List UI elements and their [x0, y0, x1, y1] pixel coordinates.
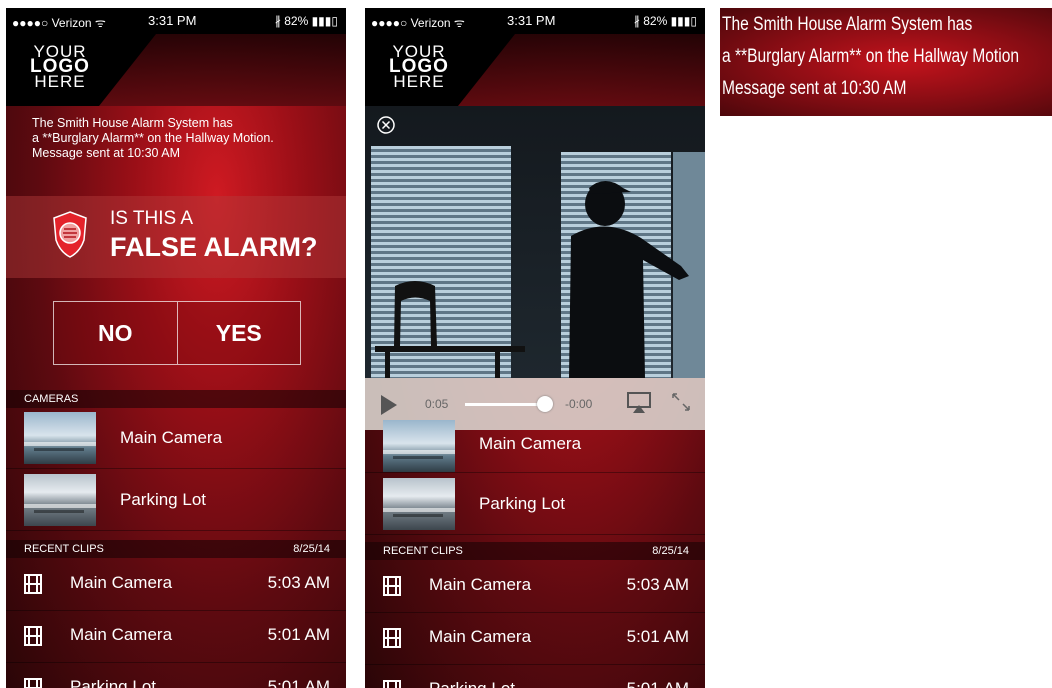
- false-alarm-question-line2: FALSE ALARM?: [110, 232, 318, 262]
- clip-time: 5:03 AM: [626, 575, 689, 594]
- clock: 3:31 PM: [507, 13, 556, 28]
- camera-row-main[interactable]: Main Camera: [6, 408, 346, 469]
- phone-screen-video: ●●●●○ Verizon ᯤ 3:31 PM ∦ 82% ▮▮▮▯ YOUR …: [365, 8, 705, 688]
- film-icon: [383, 680, 401, 688]
- clip-time: 5:01 AM: [626, 627, 689, 646]
- notification-banner: The Smith House Alarm System has a **Bur…: [720, 8, 1052, 116]
- battery-indicator: ∦ 82% ▮▮▮▯: [274, 14, 338, 28]
- logo: YOUR LOGO HERE: [389, 42, 449, 91]
- camera-thumbnail: [24, 412, 96, 464]
- film-icon: [383, 576, 401, 596]
- fullscreen-icon[interactable]: [671, 392, 691, 412]
- clip-time: 5:03 AM: [267, 573, 330, 592]
- clip-time: 5:01 AM: [627, 679, 689, 688]
- status-bar: ●●●●○ Verizon ᯤ 3:31 PM ∦ 82% ▮▮▮▯: [365, 8, 705, 34]
- yes-button[interactable]: YES: [176, 302, 301, 364]
- film-icon: [24, 626, 42, 646]
- clip-name: Parking Lot: [70, 677, 156, 688]
- battery-indicator: ∦ 82% ▮▮▮▯: [633, 14, 697, 28]
- camera-name: Parking Lot: [479, 494, 565, 513]
- banner-line2: a **Burglary Alarm** on the Hallway Moti…: [722, 46, 1020, 67]
- clip-time: 5:01 AM: [267, 625, 330, 644]
- clip-time: 5:01 AM: [267, 677, 330, 688]
- false-alarm-banner: IS THIS A FALSE ALARM?: [6, 196, 346, 278]
- clip-row[interactable]: Main Camera 5:01 AM: [365, 612, 705, 665]
- recent-clips-header: RECENT CLIPS 8/25/14: [365, 542, 705, 560]
- remaining-time: -0:00: [565, 397, 593, 411]
- logo: YOUR LOGO HERE: [30, 42, 90, 91]
- current-time: 0:05: [425, 397, 449, 411]
- banner-line3: Message sent at 10:30 AM: [722, 78, 907, 99]
- video-player[interactable]: [365, 106, 705, 378]
- no-button[interactable]: NO: [54, 302, 177, 364]
- cameras-header: CAMERAS: [6, 390, 346, 408]
- recent-clips-header: RECENT CLIPS 8/25/14: [6, 540, 346, 558]
- clip-name: Main Camera: [70, 573, 173, 592]
- intruder-silhouette: [569, 181, 689, 378]
- clip-row[interactable]: Main Camera 5:03 AM: [6, 558, 346, 611]
- clock: 3:31 PM: [148, 13, 197, 28]
- clip-name: Main Camera: [429, 627, 532, 646]
- camera-thumbnail: [383, 478, 455, 530]
- film-icon: [24, 678, 42, 688]
- clip-name: Parking Lot: [429, 679, 515, 688]
- camera-thumbnail: [24, 474, 96, 526]
- status-bar: ●●●●○ Verizon ᯤ 3:31 PM ∦ 82% ▮▮▮▯: [6, 8, 346, 34]
- film-icon: [383, 628, 401, 648]
- seek-handle[interactable]: [537, 396, 553, 412]
- alarm-message: The Smith House Alarm System has a **Bur…: [32, 116, 274, 160]
- clip-row[interactable]: Main Camera 5:01 AM: [6, 610, 346, 663]
- false-alarm-question-line1: IS THIS A: [110, 208, 194, 229]
- shield-icon: [53, 211, 87, 258]
- camera-row-parking[interactable]: Parking Lot: [6, 470, 346, 531]
- logo-header: YOUR LOGO HERE: [365, 34, 705, 106]
- clip-row[interactable]: Parking Lot 5:01 AM: [365, 664, 705, 688]
- logo-header: YOUR LOGO HERE: [6, 34, 346, 106]
- phone-screen-alarm: ●●●●○ Verizon ᯤ 3:31 PM ∦ 82% ▮▮▮▯ YOUR …: [6, 8, 346, 688]
- carrier-label: ●●●●○ Verizon ᯤ: [371, 16, 465, 30]
- camera-row-main[interactable]: Main Camera: [365, 420, 705, 473]
- camera-row-parking[interactable]: Parking Lot: [365, 474, 705, 535]
- clip-row[interactable]: Main Camera 5:03 AM: [365, 560, 705, 613]
- seek-bar[interactable]: [465, 403, 545, 406]
- close-icon[interactable]: [377, 116, 395, 134]
- camera-name: Main Camera: [120, 428, 223, 447]
- carrier-label: ●●●●○ Verizon ᯤ: [12, 16, 106, 30]
- play-icon[interactable]: [381, 395, 397, 415]
- clip-name: Main Camera: [70, 625, 173, 644]
- camera-thumbnail: [383, 420, 455, 472]
- false-alarm-buttons: NO YES: [53, 301, 301, 365]
- camera-name: Main Camera: [479, 434, 582, 453]
- clip-row[interactable]: Parking Lot 5:01 AM: [6, 662, 346, 688]
- camera-name: Parking Lot: [120, 490, 206, 509]
- clip-name: Main Camera: [429, 575, 532, 594]
- chair-silhouette: [375, 281, 525, 378]
- airplay-icon[interactable]: [627, 392, 651, 414]
- film-icon: [24, 574, 42, 594]
- banner-line1: The Smith House Alarm System has: [722, 14, 973, 35]
